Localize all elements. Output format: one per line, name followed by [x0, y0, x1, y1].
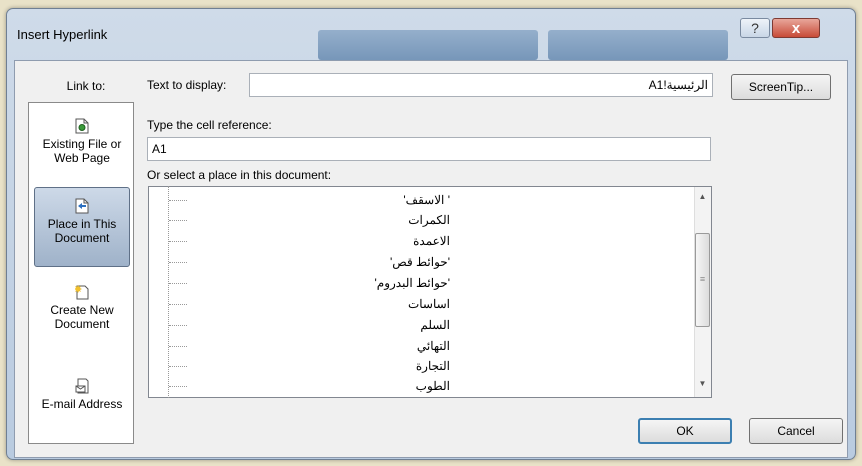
tree-dot — [169, 304, 187, 306]
cell-reference-label: Type the cell reference: — [147, 118, 272, 132]
tree-item[interactable]: التهائي — [417, 337, 450, 355]
email-address-label: E-mail Address — [41, 397, 123, 411]
text-to-display-label: Text to display: — [147, 78, 227, 92]
tree-item[interactable]: الطوب — [416, 377, 450, 395]
tree-item[interactable]: الاعمدة — [413, 232, 450, 250]
tree-dot — [169, 366, 187, 368]
link-to-label: Link to: — [66, 79, 106, 93]
tree-item[interactable]: السلم — [420, 316, 450, 334]
tree-item[interactable]: التجارة — [416, 357, 450, 375]
tree-item[interactable]: الكمرات — [408, 211, 450, 229]
link-to-email-address[interactable]: E-mail Address — [34, 378, 130, 418]
tree-dot — [169, 325, 187, 327]
ok-button[interactable]: OK — [638, 418, 732, 444]
create-new-document-label-2: Document — [54, 317, 110, 331]
close-button[interactable]: x — [772, 18, 820, 38]
create-new-document-icon — [75, 285, 89, 300]
link-to-create-new-document[interactable]: Create New Document — [34, 284, 130, 344]
tree-item[interactable]: 'حوائط قص' — [390, 253, 450, 271]
text-to-display-input[interactable]: الرئيسية!A1 — [249, 73, 713, 97]
scroll-up-arrow-icon[interactable]: ▲ — [695, 192, 710, 201]
existing-file-icon — [75, 118, 89, 134]
screentip-button[interactable]: ScreenTip... — [731, 74, 831, 100]
help-button[interactable]: ? — [740, 18, 770, 38]
place-list-label: Or select a place in this document: — [147, 168, 332, 182]
tree-dot — [169, 241, 187, 243]
existing-file-label-2: Web Page — [54, 151, 110, 165]
create-new-document-label-1: Create New — [50, 303, 114, 317]
email-address-icon — [75, 378, 89, 394]
place-in-document-label-2: Document — [54, 231, 110, 245]
cell-reference-input[interactable]: A1 — [147, 137, 711, 161]
place-in-document-icon — [75, 198, 89, 214]
dialog-title: Insert Hyperlink — [17, 27, 108, 42]
tree-dot — [169, 200, 187, 202]
tree-dot — [169, 262, 187, 264]
scroll-down-arrow-icon[interactable]: ▼ — [695, 379, 710, 388]
background-toolbar-right — [548, 30, 728, 60]
existing-file-label-1: Existing File or — [42, 137, 122, 151]
link-to-place-in-document[interactable]: Place in This Document — [34, 187, 130, 267]
grip-icon: ≡ — [699, 274, 706, 284]
tree-item[interactable]: 'حوائط البدروم' — [374, 274, 450, 292]
tree-dot — [169, 220, 187, 222]
background-toolbar-left — [318, 30, 538, 60]
tree-dot — [169, 283, 187, 285]
cancel-button[interactable]: Cancel — [749, 418, 843, 444]
tree-dot — [169, 386, 187, 388]
link-to-existing-file[interactable]: Existing File or Web Page — [34, 118, 130, 178]
place-in-document-label-1: Place in This — [47, 217, 117, 231]
tree-item[interactable]: ' الاسقف' — [403, 191, 450, 209]
tree-item[interactable]: اساسات — [408, 295, 450, 313]
tree-dot — [169, 346, 187, 348]
